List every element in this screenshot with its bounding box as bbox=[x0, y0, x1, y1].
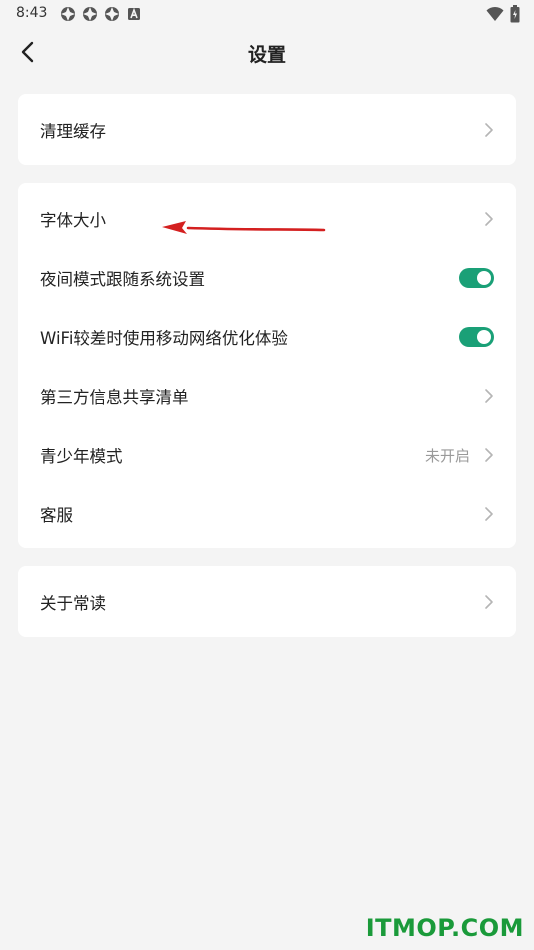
annotation-arrow-icon bbox=[162, 221, 326, 234]
notification-icon bbox=[61, 7, 75, 21]
battery-icon bbox=[510, 5, 520, 23]
chevron-right-icon bbox=[485, 212, 493, 226]
settings-item-teen-mode[interactable]: 青少年模式 未开启 bbox=[18, 433, 516, 477]
chevron-right-icon bbox=[485, 389, 493, 403]
settings-item-label: 客服 bbox=[40, 506, 73, 525]
chevron-right-icon bbox=[485, 123, 493, 137]
chevron-right-icon bbox=[485, 507, 493, 521]
header: 设置 bbox=[0, 28, 534, 76]
status-bar: 8:43 bbox=[0, 0, 534, 28]
a-icon bbox=[128, 7, 140, 20]
toggle-knob bbox=[477, 271, 491, 285]
settings-item-wifi-optimize: WiFi较差时使用移动网络优化体验 bbox=[18, 315, 516, 359]
chevron-right-icon bbox=[485, 448, 493, 462]
settings-card-about: 关于常读 bbox=[18, 566, 516, 637]
settings-card-cache: 清理缓存 bbox=[18, 94, 516, 165]
status-time: 8:43 bbox=[16, 5, 48, 21]
toggle-knob bbox=[477, 330, 491, 344]
settings-item-label: 夜间模式跟随系统设置 bbox=[40, 270, 205, 289]
settings-item-label: 第三方信息共享清单 bbox=[40, 388, 189, 407]
settings-item-night-mode: 夜间模式跟随系统设置 bbox=[18, 256, 516, 300]
settings-item-third-party-sharing[interactable]: 第三方信息共享清单 bbox=[18, 374, 516, 418]
settings-item-label: 关于常读 bbox=[40, 594, 106, 613]
page-title: 设置 bbox=[247, 44, 286, 66]
settings-item-about[interactable]: 关于常读 bbox=[18, 580, 516, 624]
wifi-icon bbox=[486, 6, 504, 21]
settings-item-clear-cache[interactable]: 清理缓存 bbox=[18, 108, 516, 152]
status-notification-icons bbox=[60, 6, 142, 22]
wifi-optimize-toggle[interactable] bbox=[459, 327, 494, 347]
night-mode-toggle[interactable] bbox=[459, 268, 494, 288]
settings-item-label: WiFi较差时使用移动网络优化体验 bbox=[40, 329, 288, 348]
notification-icon bbox=[83, 7, 97, 21]
teen-mode-status: 未开启 bbox=[424, 446, 470, 465]
watermark-logo: ITMOP.COM bbox=[365, 914, 524, 942]
settings-item-label: 青少年模式 bbox=[40, 447, 123, 466]
settings-item-label: 清理缓存 bbox=[40, 122, 106, 141]
chevron-right-icon bbox=[485, 595, 493, 609]
status-right-icons bbox=[486, 5, 520, 23]
notification-icon bbox=[105, 7, 119, 21]
settings-item-label: 字体大小 bbox=[40, 211, 106, 230]
settings-item-customer-service[interactable]: 客服 bbox=[18, 492, 516, 536]
